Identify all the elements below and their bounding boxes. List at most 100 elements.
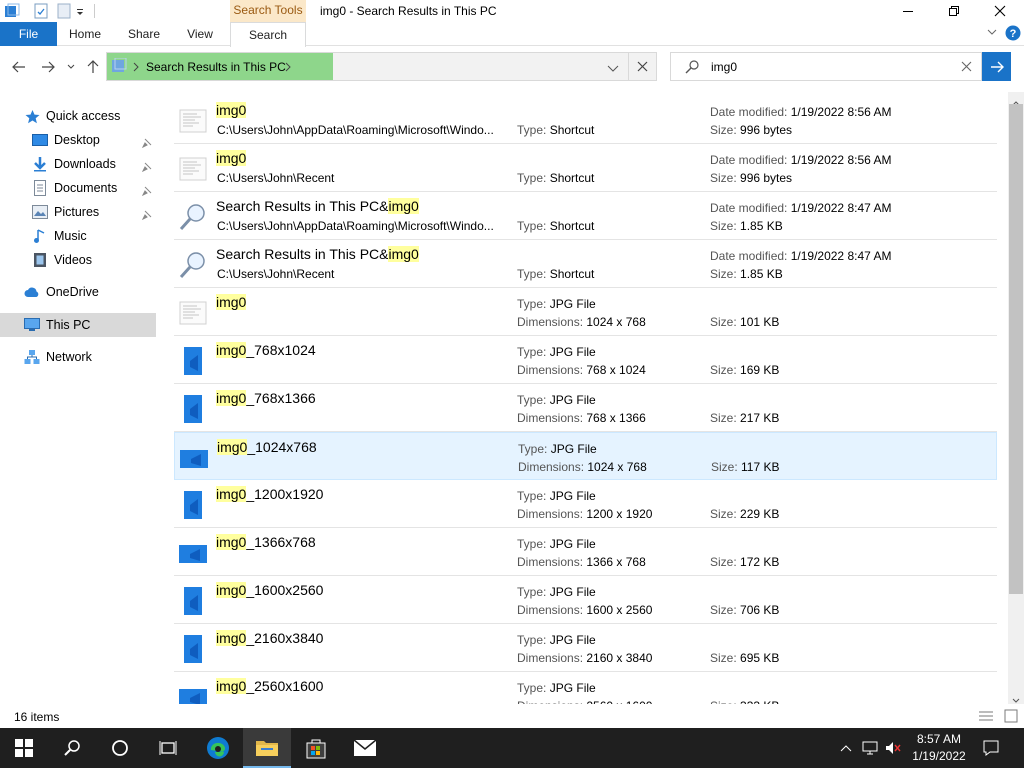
navigation-pane: Quick access Desktop Downloads Documents…: [0, 92, 170, 702]
file-row[interactable]: img0_2160x3840 Type: JPG File Dimensions: …: [174, 624, 997, 672]
network-status-icon[interactable]: [862, 740, 878, 756]
edge-browser-icon[interactable]: [194, 728, 242, 768]
details-view-icon[interactable]: [978, 710, 994, 725]
file-row[interactable]: img0_1600x2560 Type: JPG File Dimensions: …: [174, 576, 997, 624]
file-row[interactable]: img0_1366x768 Type: JPG File Dimensions: 1…: [174, 528, 997, 576]
show-hidden-icons[interactable]: [838, 740, 854, 756]
nav-documents[interactable]: Documents: [32, 176, 117, 200]
file-row[interactable]: img0 C:\Users\John\Recent Type: Shortcut Da…: [174, 144, 997, 192]
nav-music[interactable]: Music: [32, 224, 87, 248]
file-type: Type: Shortcut: [517, 171, 595, 185]
large-icons-view-icon[interactable]: [1004, 709, 1018, 726]
store-icon[interactable]: [292, 728, 340, 768]
task-view-button[interactable]: [144, 728, 192, 768]
vertical-scrollbar[interactable]: [1008, 92, 1024, 704]
recent-locations-button[interactable]: [64, 58, 78, 76]
file-type: Type: JPG File: [517, 489, 596, 503]
nav-quick-access[interactable]: Quick access: [24, 104, 120, 128]
search-match-highlight: img0: [216, 678, 247, 694]
nav-label: Network: [46, 350, 92, 364]
search-match-highlight: img0: [216, 582, 247, 598]
notifications-icon[interactable]: [983, 740, 999, 756]
image-dimensions: Dimensions: 1600 x 2560: [517, 603, 653, 617]
nav-videos[interactable]: Videos: [32, 248, 92, 272]
file-size: Size: 229 KB: [710, 507, 780, 521]
file-row[interactable]: img0 C:\Users\John\AppData\Roaming\Micros…: [174, 96, 997, 144]
search-match-highlight: img0: [216, 630, 247, 646]
help-icon[interactable]: ?: [1005, 25, 1021, 44]
file-location: C:\Users\John\Recent: [217, 171, 335, 185]
tab-file[interactable]: File: [0, 22, 57, 46]
pin-icon[interactable]: [141, 185, 152, 197]
customize-toolbar-icon[interactable]: [75, 3, 91, 19]
tab-search[interactable]: Search: [230, 22, 306, 47]
file-name: img0_1600x2560: [216, 582, 323, 598]
breadcrumb-chevron-icon[interactable]: [285, 61, 291, 75]
status-bar: 16 items: [0, 706, 1024, 728]
search-go-button[interactable]: [982, 52, 1011, 81]
restore-button[interactable]: [931, 0, 977, 22]
nav-desktop[interactable]: Desktop: [32, 128, 100, 152]
search-input[interactable]: img0: [711, 60, 737, 74]
search-icon: [685, 60, 699, 77]
minimize-button[interactable]: [885, 0, 931, 22]
volume-muted-icon[interactable]: [885, 740, 901, 756]
search-results-list: img0 C:\Users\John\AppData\Roaming\Micros…: [174, 96, 1006, 704]
search-taskbar-button[interactable]: [48, 728, 96, 768]
file-row[interactable]: Search Results in This PC&img0 C:\Users\J…: [174, 240, 997, 288]
file-row[interactable]: img0_768x1024 Type: JPG File Dimensions: 7…: [174, 336, 997, 384]
system-clock[interactable]: 8:57 AM 1/19/2022: [906, 731, 972, 765]
expand-ribbon-icon[interactable]: [986, 26, 998, 41]
file-row[interactable]: img0 Type: JPG File Dimensions: 1024 x 768…: [174, 288, 997, 336]
tab-share[interactable]: Share: [122, 22, 166, 46]
stop-search-icon[interactable]: [637, 61, 648, 75]
ribbon-tabs: File Home Share View Search ?: [0, 22, 1024, 47]
properties-icon[interactable]: [33, 3, 49, 19]
scroll-thumb[interactable]: [1009, 104, 1023, 594]
forward-button[interactable]: [39, 58, 57, 76]
file-name: img0: [216, 102, 247, 118]
address-bar[interactable]: Search Results in This PC: [106, 52, 657, 81]
new-folder-icon[interactable]: [56, 3, 72, 19]
file-row[interactable]: Search Results in This PC&img0 C:\Users\J…: [174, 192, 997, 240]
breadcrumb-chevron-icon[interactable]: [133, 61, 139, 75]
nav-label: OneDrive: [46, 285, 99, 299]
file-row[interactable]: img0_768x1366 Type: JPG File Dimensions: 7…: [174, 384, 997, 432]
file-row[interactable]: img0_1200x1920 Type: JPG File Dimensions: …: [174, 480, 997, 528]
address-dropdown-icon[interactable]: [607, 62, 619, 76]
search-match-highlight: img0: [216, 294, 247, 310]
nav-network[interactable]: Network: [24, 345, 92, 369]
explorer-app-icon[interactable]: [4, 3, 20, 19]
pin-icon[interactable]: [141, 161, 152, 173]
image-thumbnail: [178, 634, 208, 664]
nav-label: Pictures: [54, 205, 100, 219]
image-dimensions: Dimensions: 1024 x 768: [518, 460, 647, 474]
pin-icon[interactable]: [141, 137, 152, 149]
nav-this-pc[interactable]: This PC: [24, 313, 90, 337]
search-match-highlight: img0: [388, 246, 419, 262]
nav-onedrive[interactable]: OneDrive: [24, 280, 99, 304]
pin-icon[interactable]: [141, 209, 152, 221]
tab-view[interactable]: View: [180, 22, 220, 46]
tab-home[interactable]: Home: [64, 22, 106, 46]
start-button[interactable]: [0, 728, 48, 768]
clear-search-icon[interactable]: [961, 61, 972, 75]
file-row[interactable]: img0_2560x1600 Type: JPG File Dimensions: …: [174, 672, 997, 704]
file-name: Search Results in This PC&img0: [216, 246, 419, 262]
date-modified: Date modified: 1/19/2022 8:56 AM: [710, 105, 892, 119]
shortcut-thumbnail: [178, 154, 208, 184]
up-button[interactable]: [84, 58, 102, 76]
desktop-icon: [32, 132, 48, 148]
file-size: Size: 117 KB: [711, 460, 780, 474]
cortana-button[interactable]: [96, 728, 144, 768]
nav-downloads[interactable]: Downloads: [32, 152, 116, 176]
back-button[interactable]: [10, 58, 28, 76]
breadcrumb[interactable]: Search Results in This PC: [146, 60, 286, 74]
scroll-down-icon[interactable]: [1012, 693, 1020, 707]
close-button[interactable]: [977, 0, 1023, 22]
file-row[interactable]: img0_1024x768 Type: JPG File Dimensions: 1…: [174, 432, 997, 480]
mail-icon[interactable]: [341, 728, 389, 768]
file-explorer-taskbar-icon[interactable]: [243, 728, 291, 768]
nav-pictures[interactable]: Pictures: [32, 200, 99, 224]
search-box[interactable]: img0: [670, 52, 982, 81]
